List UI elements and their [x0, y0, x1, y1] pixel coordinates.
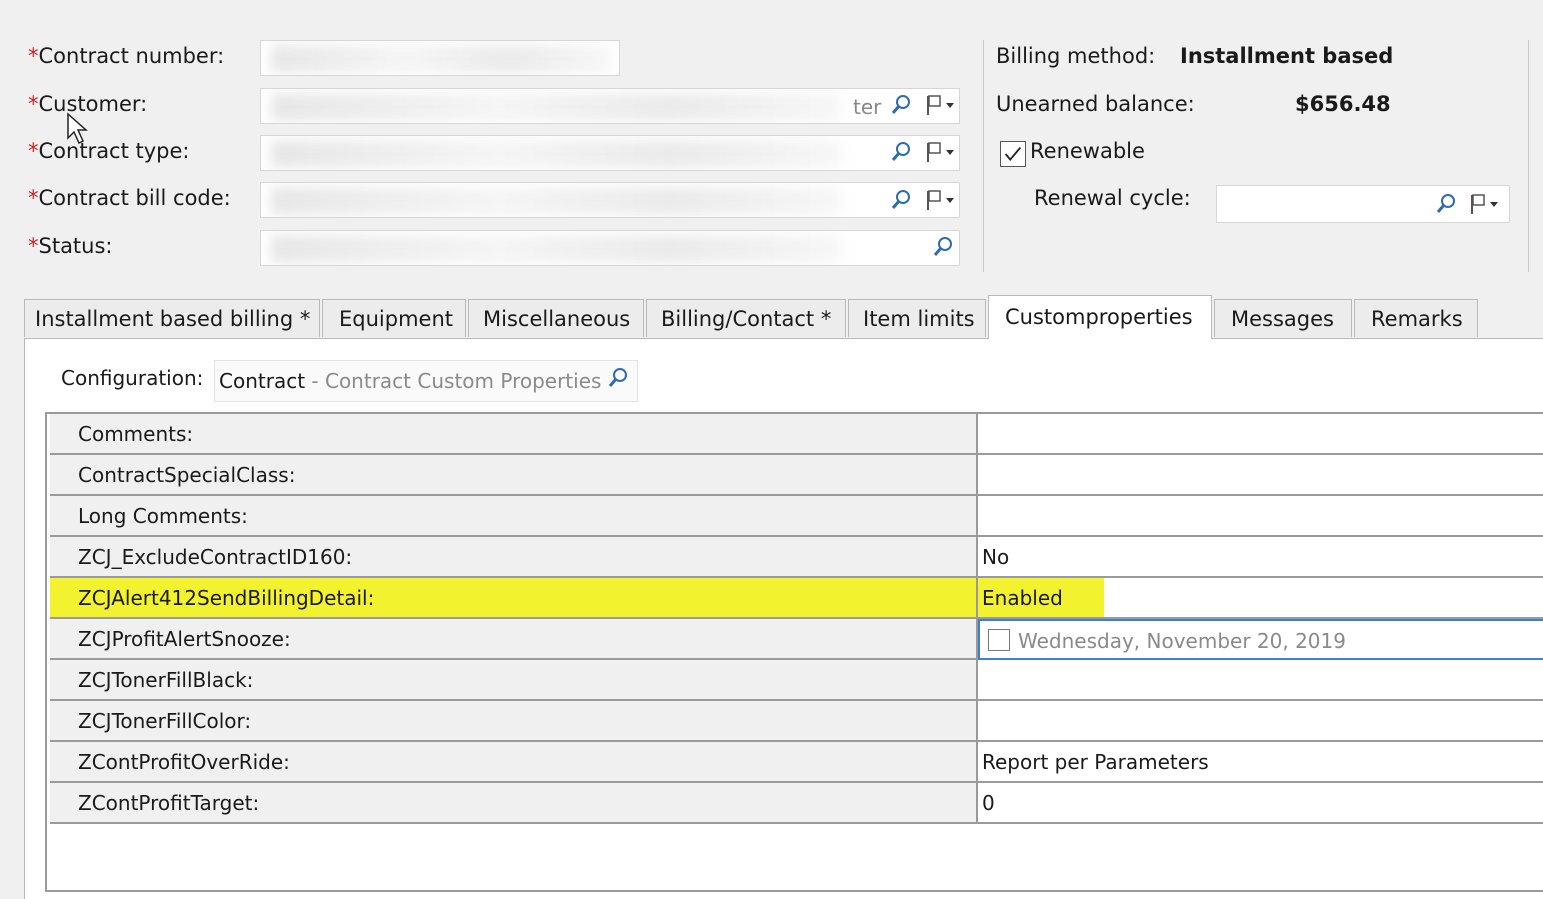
property-row[interactable]: ZCJTonerFillBlack:: [47, 660, 1543, 701]
search-icon[interactable]: [1435, 192, 1457, 216]
property-value[interactable]: [978, 701, 1543, 742]
redacted-value: [271, 45, 611, 73]
contract-bill-code-field[interactable]: [260, 182, 960, 218]
property-name: ZCJAlert412SendBillingDetail:: [50, 578, 978, 619]
property-name: ZCJProfitAlertSnooze:: [50, 619, 978, 660]
search-icon[interactable]: [932, 235, 954, 259]
billing-method-value: Installment based: [1180, 44, 1394, 68]
date-value: Wednesday, November 20, 2019: [1018, 629, 1346, 653]
unearned-balance-label: Unearned balance:: [996, 92, 1195, 116]
configuration-label: Configuration:: [61, 366, 204, 390]
property-name: ZCJ_ExcludeContractID160:: [50, 537, 978, 578]
property-grid: Comments: ContractSpecialClass: Long Com…: [45, 412, 1543, 892]
flag-dropdown-icon[interactable]: [924, 93, 958, 117]
property-value[interactable]: 0: [978, 783, 1543, 824]
property-name: ZContProfitTarget:: [50, 783, 978, 824]
property-value[interactable]: [978, 660, 1543, 701]
redacted-value: [271, 235, 841, 263]
renewable-checkbox[interactable]: [1000, 141, 1026, 167]
property-value[interactable]: Report per Parameters: [978, 742, 1543, 783]
property-value: Enabled: [982, 586, 1063, 610]
tab-messages[interactable]: Messages: [1214, 299, 1352, 337]
property-name: ZContProfitOverRide:: [50, 742, 978, 783]
property-name: ZCJTonerFillBlack:: [50, 660, 978, 701]
customer-partial-text: ter: [853, 95, 882, 119]
property-row[interactable]: ZCJ_ExcludeContractID160: No: [47, 537, 1543, 578]
flag-dropdown-icon[interactable]: [1468, 192, 1502, 216]
checkbox-checked-icon: [1004, 146, 1022, 161]
renewable-label: Renewable: [1030, 139, 1145, 163]
property-value-cell[interactable]: Enabled: [978, 578, 1543, 619]
property-row[interactable]: ZContProfitTarget: 0: [47, 783, 1543, 824]
property-value[interactable]: [978, 496, 1543, 537]
status-field[interactable]: [260, 230, 960, 266]
property-row[interactable]: ZContProfitOverRide: Report per Paramete…: [47, 742, 1543, 783]
header-right-border: [1528, 40, 1529, 272]
property-row[interactable]: Comments:: [47, 414, 1543, 455]
configuration-field[interactable]: Contract - Contract Custom Properties: [214, 360, 638, 402]
property-row-highlighted[interactable]: ZCJAlert412SendBillingDetail: Enabled: [47, 578, 1543, 619]
search-icon[interactable]: [607, 366, 629, 390]
property-name: ZCJTonerFillColor:: [50, 701, 978, 742]
unearned-balance-value: $656.48: [1295, 92, 1391, 116]
property-value[interactable]: No: [978, 537, 1543, 578]
tab-miscellaneous[interactable]: Miscellaneous: [468, 299, 644, 337]
date-picker-field[interactable]: Wednesday, November 20, 2019: [978, 619, 1543, 660]
status-label: *Status:: [28, 234, 113, 258]
property-name: Long Comments:: [50, 496, 978, 537]
redacted-value: [271, 187, 841, 215]
contract-type-label: *Contract type:: [28, 139, 190, 163]
tab-customproperties[interactable]: Customproperties: [988, 295, 1212, 339]
property-row[interactable]: ZCJProfitAlertSnooze: Wednesday, Novembe…: [47, 619, 1543, 660]
tab-billing-contact[interactable]: Billing/Contact *: [646, 299, 846, 337]
contract-number-field[interactable]: [260, 40, 620, 76]
search-icon[interactable]: [890, 188, 912, 212]
property-value[interactable]: [978, 455, 1543, 496]
contract-type-field[interactable]: [260, 135, 960, 171]
date-enable-checkbox[interactable]: [988, 629, 1010, 651]
tab-installment-based-billing[interactable]: Installment based billing *: [24, 299, 320, 337]
tab-equipment[interactable]: Equipment: [322, 299, 466, 337]
property-name: Comments:: [50, 414, 978, 455]
contract-number-label: *Contract number:: [28, 44, 225, 68]
property-value[interactable]: [978, 414, 1543, 455]
redacted-value: [271, 140, 841, 168]
billing-method-label: Billing method:: [996, 44, 1156, 68]
property-name: ContractSpecialClass:: [50, 455, 978, 496]
customer-field[interactable]: ter: [260, 88, 960, 124]
header-separator: [983, 40, 984, 272]
flag-dropdown-icon[interactable]: [924, 140, 958, 164]
search-icon[interactable]: [890, 93, 912, 117]
search-icon[interactable]: [890, 140, 912, 164]
renewal-cycle-field[interactable]: [1216, 185, 1510, 223]
property-row[interactable]: ZCJTonerFillColor:: [47, 701, 1543, 742]
property-row[interactable]: Long Comments:: [47, 496, 1543, 537]
tab-item-limits[interactable]: Item limits: [848, 299, 986, 337]
flag-dropdown-icon[interactable]: [924, 188, 958, 212]
configuration-value-text: Contract - Contract Custom Properties: [219, 369, 602, 393]
renewal-cycle-label: Renewal cycle:: [1034, 186, 1191, 210]
property-row[interactable]: ContractSpecialClass:: [47, 455, 1543, 496]
redacted-value: [271, 93, 841, 121]
tab-remarks[interactable]: Remarks: [1354, 299, 1478, 337]
mouse-cursor-icon: [67, 112, 88, 145]
contract-bill-code-label: *Contract bill code:: [28, 186, 231, 210]
